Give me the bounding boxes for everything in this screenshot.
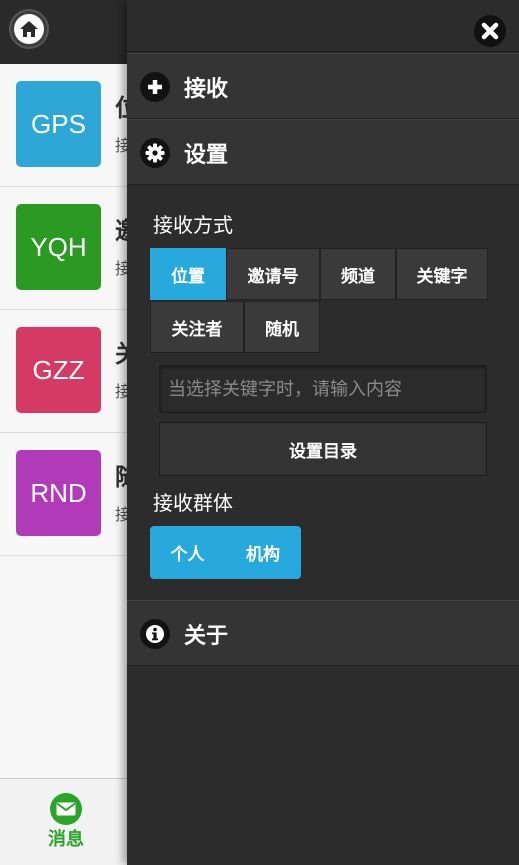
item-thumbnail: YQH [16,204,101,290]
item-title: 位置 [115,88,127,123]
receive-group-toggle: 个人 机构 [150,526,301,579]
close-button[interactable] [474,15,506,47]
footer-tab-messages[interactable]: 消息 [0,778,127,865]
item-subtitle: 接收位置消息 [115,132,127,156]
item-title: 关注者 [115,334,127,369]
item-title: 随机 [115,457,127,492]
mode-option-channel[interactable]: 频道 [320,248,396,300]
list-item[interactable]: GZZ 关注者 接收关注者消息 [0,310,127,433]
mode-option-invite[interactable]: 邀请号 [226,248,320,300]
keyword-input[interactable] [159,365,487,413]
group-option-individual[interactable]: 个人 [150,526,225,579]
list-item[interactable]: GPS 位置 接收位置消息 [0,64,127,187]
info-icon [140,619,170,649]
mode-option-location[interactable]: 位置 [150,248,226,300]
footer-label: 消息 [48,829,84,850]
section-label: 设置 [184,143,229,168]
item-title: 邀请号 [115,211,127,246]
item-subtitle: 接收关注者消息 [115,378,127,402]
mode-option-follower[interactable]: 关注者 [150,301,244,353]
section-label: 接收 [184,77,229,102]
group-option-organization[interactable]: 机构 [225,526,301,579]
set-directory-button[interactable]: 设置目录 [159,422,487,476]
mode-option-keyword[interactable]: 关键字 [396,248,488,300]
close-icon [475,16,505,46]
section-label: 关于 [184,624,229,649]
settings-content: 接收方式 位置 邀请号 频道 关键字 关注者 随机 设置目录 接收群体 个人 机… [127,185,519,600]
plus-icon [140,72,170,102]
section-about[interactable]: 关于 [127,600,519,666]
list-item[interactable]: RND 随机 接收随机消息 [0,433,127,556]
section-settings[interactable]: 设置 [127,119,519,185]
item-thumbnail: GZZ [16,327,101,413]
mode-option-random[interactable]: 随机 [244,301,320,353]
list-item[interactable]: YQH 邀请号 接收邀请号消息 [0,187,127,310]
item-thumbnail: GPS [16,81,101,167]
receive-group-label: 接收群体 [153,491,233,515]
mail-icon [50,793,82,825]
message-list: GPS 位置 接收位置消息 YQH 邀请号 接收邀请号消息 GZZ 关注者 接收… [0,64,127,778]
item-thumbnail: RND [16,450,101,536]
gear-icon [140,138,170,168]
item-subtitle: 接收邀请号消息 [115,255,127,279]
side-panel: 接收 设置 接收方式 位置 邀请号 频道 关键字 关注者 随机 当选择关键字时，… [127,0,519,865]
item-subtitle: 接收随机消息 [115,501,127,525]
home-button[interactable] [9,9,49,49]
section-receive[interactable]: 接收 [127,53,519,119]
panel-header [127,0,519,52]
home-icon [14,14,44,44]
panel-empty-area [127,667,519,865]
receive-mode-label: 接收方式 [153,213,233,237]
